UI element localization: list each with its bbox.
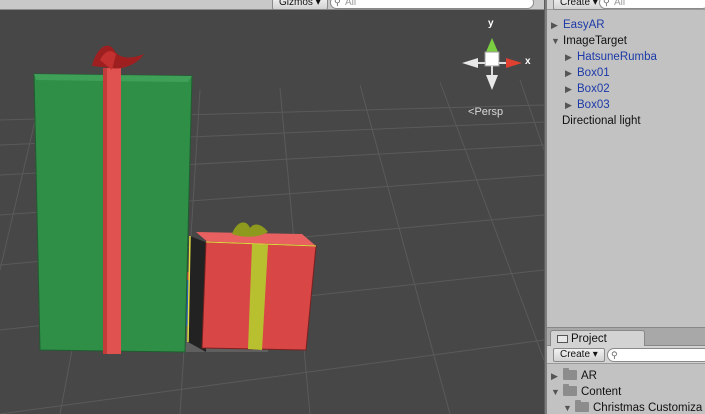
- expand-right-icon[interactable]: ▶: [565, 81, 577, 97]
- expand-right-icon[interactable]: ▶: [565, 49, 577, 65]
- scene-view[interactable]: Gizmos ▾ ⚲ All y x <Persp: [0, 0, 544, 414]
- project-create-dropdown[interactable]: Create ▾: [553, 348, 605, 362]
- search-icon: ⚲: [611, 350, 618, 360]
- project-folder-label: Content: [581, 386, 622, 398]
- hierarchy-toolbar: Create ▾ ⚲ All: [547, 0, 705, 10]
- scene-toolbar: Gizmos ▾ ⚲ All: [0, 0, 544, 10]
- hierarchy-item-label: ImageTarget: [563, 35, 627, 47]
- orientation-gizmo[interactable]: [462, 38, 522, 90]
- hierarchy-search-input[interactable]: ⚲ All: [599, 0, 705, 9]
- hierarchy-item-label: HatsuneRumba: [577, 51, 657, 63]
- project-toolbar: Create ▾ ⚲: [547, 346, 705, 364]
- box01-object[interactable]: [33, 45, 193, 354]
- project-folder-content[interactable]: ▼ Content: [551, 384, 621, 400]
- expand-down-icon[interactable]: ▼: [563, 400, 575, 414]
- hierarchy-item-label: Box02: [577, 83, 610, 95]
- project-panel: Project Create ▾ ⚲ ▶ AR ▼ Content ▼ Christm…: [547, 327, 705, 414]
- hierarchy-item-label: EasyAR: [563, 19, 605, 31]
- folder-icon: [563, 368, 577, 380]
- hierarchy-item-box01[interactable]: ▶ Box01: [565, 65, 610, 81]
- project-tabbar: Project: [547, 328, 705, 347]
- hierarchy-item-box03[interactable]: ▶ Box03: [565, 97, 610, 113]
- expand-down-icon[interactable]: ▼: [551, 384, 563, 400]
- project-folder-ar[interactable]: ▶ AR: [551, 368, 597, 384]
- scene-search-placeholder: All: [345, 0, 357, 8]
- hierarchy-item-imagetarget[interactable]: ▼ ImageTarget: [551, 33, 627, 49]
- gizmos-dropdown[interactable]: Gizmos ▾: [272, 0, 328, 10]
- scene-search-input[interactable]: ⚲ All: [330, 0, 534, 9]
- projection-label: Persp: [474, 106, 504, 118]
- project-folder-icon: [557, 335, 568, 343]
- hierarchy-item-label: Box03: [577, 99, 610, 111]
- hierarchy-item-box02[interactable]: ▶ Box02: [565, 81, 610, 97]
- box02-object[interactable]: [187, 222, 317, 352]
- expand-right-icon[interactable]: ▶: [565, 65, 577, 81]
- hierarchy-item-easyar[interactable]: ▶ EasyAR: [551, 17, 605, 33]
- hierarchy-item-directional-light[interactable]: Directional light: [562, 113, 641, 129]
- scene-canvas[interactable]: [0, 10, 544, 414]
- expand-right-icon[interactable]: ▶: [551, 368, 563, 384]
- hierarchy-create-dropdown[interactable]: Create ▾: [553, 0, 605, 10]
- hierarchy-panel: Create ▾ ⚲ All ▶ EasyAR ▼ ImageTarget ▶ Hat…: [547, 0, 705, 327]
- projection-toggle[interactable]: <Persp: [468, 106, 503, 118]
- expand-down-icon[interactable]: ▼: [551, 33, 563, 49]
- folder-icon: [575, 400, 589, 412]
- expand-right-icon[interactable]: ▶: [565, 97, 577, 113]
- hierarchy-item-hatsunerumba[interactable]: ▶ HatsuneRumba: [565, 49, 657, 65]
- hierarchy-item-label: Directional light: [562, 115, 641, 127]
- hierarchy-search-placeholder: All: [614, 0, 626, 8]
- search-icon: ⚲: [334, 0, 341, 7]
- hierarchy-item-label: Box01: [577, 67, 610, 79]
- gizmo-x-label: x: [525, 56, 531, 67]
- tab-project[interactable]: Project: [550, 330, 645, 347]
- project-folder-label: AR: [581, 370, 597, 382]
- search-icon: ⚲: [603, 0, 610, 7]
- expand-right-icon[interactable]: ▶: [551, 17, 563, 33]
- project-search-input[interactable]: ⚲: [607, 348, 705, 362]
- project-folder-christmas[interactable]: ▼ Christmas Customiza: [563, 400, 702, 414]
- folder-icon: [563, 384, 577, 396]
- project-folder-label: Christmas Customiza: [593, 402, 703, 414]
- project-tab-label: Project: [571, 333, 607, 345]
- gizmo-y-label: y: [488, 18, 494, 29]
